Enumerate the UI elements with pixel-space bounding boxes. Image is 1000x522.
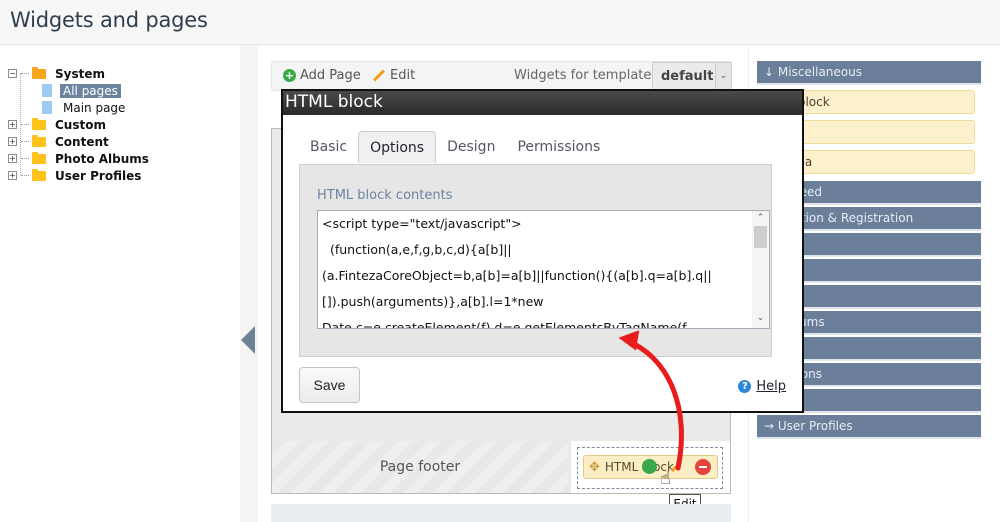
folder-open-icon — [32, 66, 46, 79]
page-footer-zone: Page footer — [272, 441, 568, 493]
html-contents-label: HTML block contents — [317, 188, 453, 203]
scroll-down-icon[interactable]: ⌄ — [752, 311, 769, 326]
widget-category-misc[interactable]: ↓ Miscellaneous — [757, 61, 981, 85]
folder-icon — [32, 134, 46, 147]
page-icon — [42, 84, 52, 97]
layout-toolbar: + Add Page Edit Widgets for template def… — [271, 61, 732, 91]
scroll-up-icon[interactable]: ⌃ — [752, 211, 769, 226]
hand-cursor-icon: ☝ — [660, 468, 671, 489]
folder-icon — [32, 151, 46, 164]
tree-node-photo-albums[interactable]: + Photo Albums — [8, 150, 149, 167]
tab-basic[interactable]: Basic — [299, 131, 358, 163]
html-block-dialog: HTML block Basic Options Design Permissi… — [281, 89, 804, 413]
plus-icon: + — [283, 69, 296, 82]
dialog-tabs: Basic Options Design Permissions — [299, 131, 611, 163]
folder-icon — [32, 168, 46, 181]
code-line: Date,c=e.createElement(f),d=e.getElement… — [322, 320, 687, 329]
pencil-icon — [372, 69, 386, 82]
page-icon — [42, 101, 52, 114]
collapse-panel-arrow-icon[interactable] — [241, 326, 255, 354]
enable-icon[interactable] — [642, 459, 657, 474]
move-icon[interactable]: ✥ — [589, 460, 600, 475]
html-contents-textarea[interactable]: <script type="text/javascript"> (functio… — [317, 210, 770, 329]
chevron-down-icon: ⌄ — [715, 63, 731, 90]
expand-icon[interactable]: + — [8, 137, 17, 146]
add-page-button[interactable]: + Add Page — [283, 68, 361, 83]
page-header: Widgets and pages — [0, 0, 1000, 45]
html-block-widget[interactable]: ✥ HTML block — [583, 455, 718, 479]
tree-node-all-pages[interactable]: All pages — [8, 82, 149, 99]
tree-node-custom[interactable]: + Custom — [8, 116, 149, 133]
tab-design[interactable]: Design — [436, 131, 506, 163]
page-tree: − System All pages Main page + Custom + … — [8, 65, 149, 184]
tab-options[interactable]: Options — [358, 131, 437, 163]
tree-node-user-profiles[interactable]: + User Profiles — [8, 167, 149, 184]
tree-node-content[interactable]: + Content — [8, 133, 149, 150]
options-tab-panel: HTML block contents <script type="text/j… — [299, 164, 772, 357]
template-label: Widgets for template — [514, 68, 652, 83]
expand-icon[interactable]: + — [8, 120, 17, 129]
template-select[interactable]: default ⌄ — [652, 62, 732, 91]
collapse-icon[interactable]: − — [8, 69, 17, 78]
tree-node-main-page[interactable]: Main page — [8, 99, 149, 116]
scroll-thumb[interactable] — [754, 226, 767, 248]
panel-gutter — [240, 46, 258, 522]
textarea-scrollbar[interactable]: ⌃ ⌄ — [752, 211, 769, 328]
code-line: (a.FintezaCoreObject=b,a[b]=a[b]||functi… — [322, 268, 712, 283]
workspace-bottom-strip — [271, 504, 731, 522]
expand-icon[interactable]: + — [8, 154, 17, 163]
help-link[interactable]: ? Help — [738, 379, 786, 394]
expand-icon[interactable]: + — [8, 171, 17, 180]
help-link-text[interactable]: Help — [756, 379, 786, 394]
dialog-title: HTML block — [283, 91, 802, 115]
code-line: (function(a,e,f,g,b,c,d){a[b]|| — [322, 242, 512, 257]
widget-category-user-profiles[interactable]: → User Profiles — [757, 415, 981, 439]
folder-icon — [32, 117, 46, 130]
code-line: <script type="text/javascript"> — [322, 216, 522, 231]
help-icon: ? — [738, 380, 752, 393]
remove-widget-icon[interactable] — [695, 459, 711, 475]
tree-node-system[interactable]: − System — [8, 65, 149, 82]
edit-page-button[interactable]: Edit — [372, 68, 415, 83]
save-button[interactable]: Save — [299, 367, 360, 403]
tab-permissions[interactable]: Permissions — [506, 131, 611, 163]
page-tree-panel: − System All pages Main page + Custom + … — [0, 46, 240, 522]
code-line: []).push(arguments)},a[b].l=1*new — [322, 294, 544, 309]
page-title: Widgets and pages — [10, 8, 208, 32]
